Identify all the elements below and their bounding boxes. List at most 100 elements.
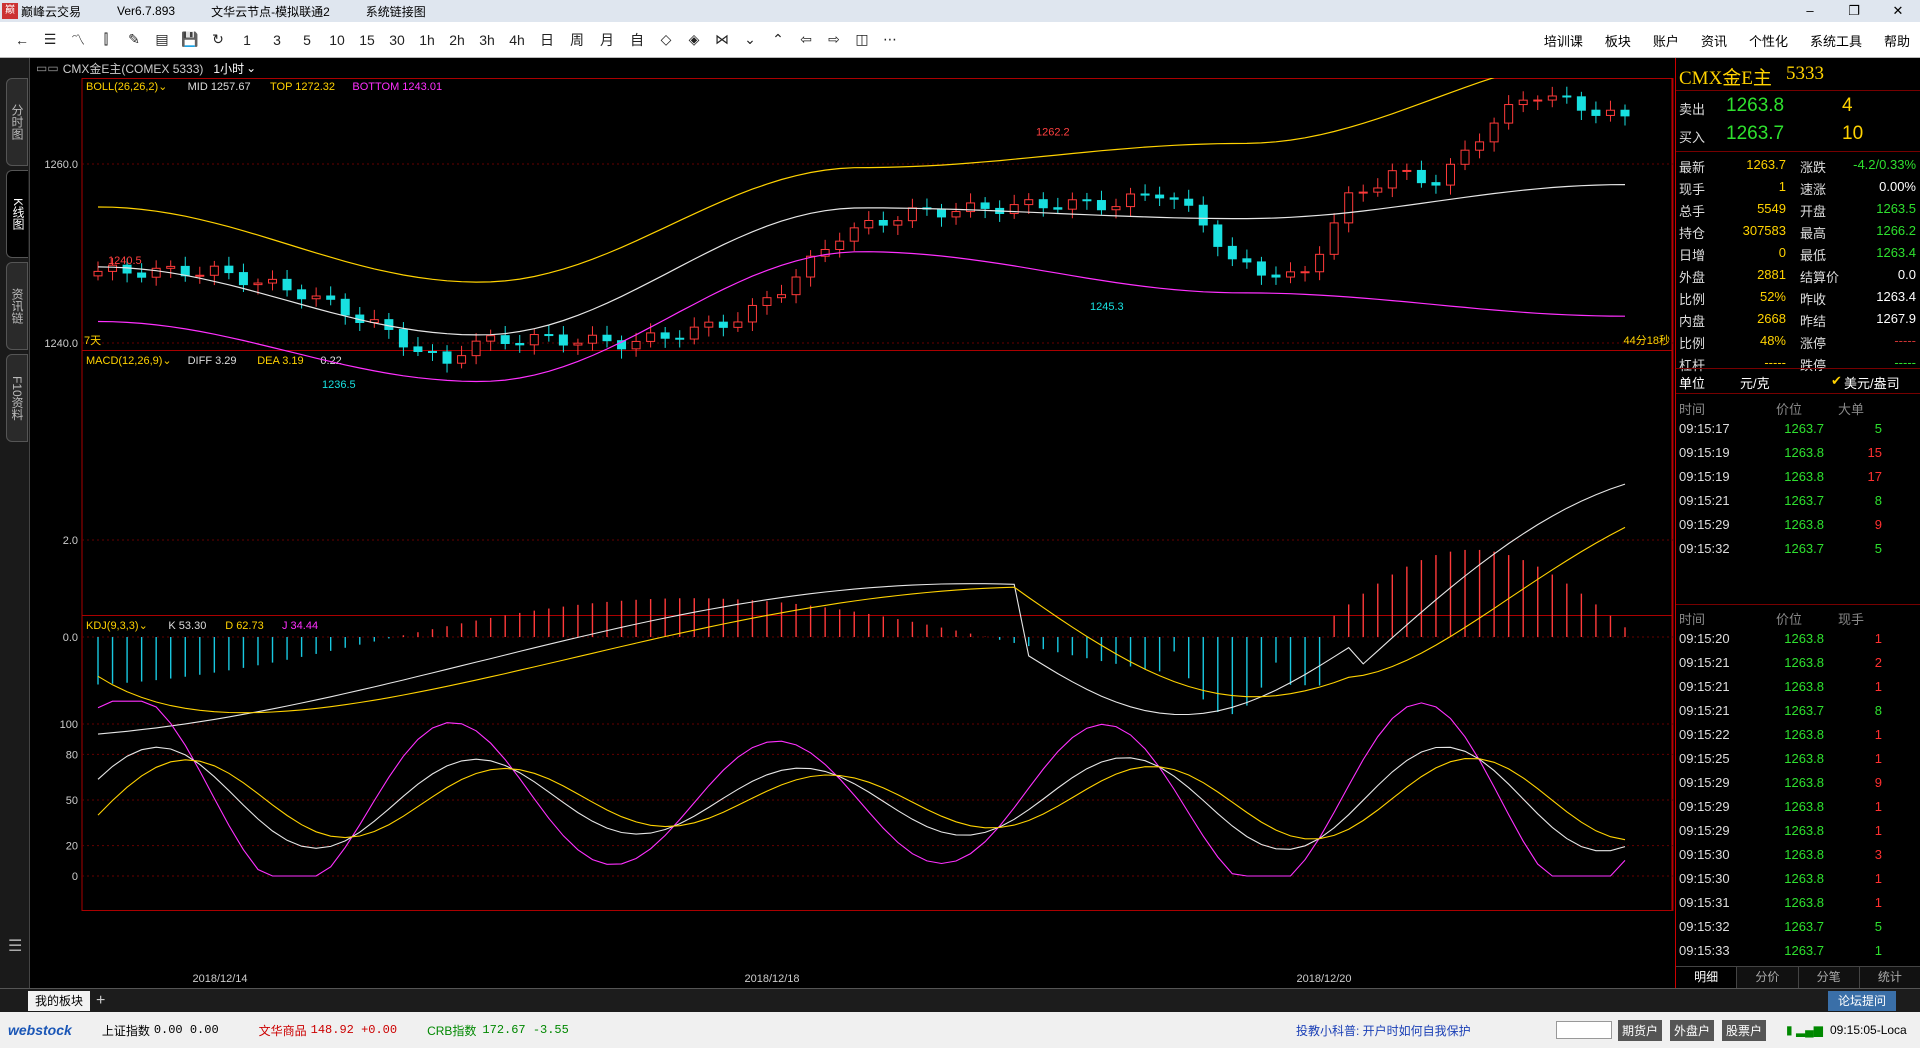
index3-name[interactable]: CRB指数 (427, 1022, 476, 1039)
close-icon[interactable]: ✕ (1876, 0, 1920, 22)
menu-item[interactable]: 培训课 (1544, 31, 1583, 50)
tab-f10[interactable]: F10资料 (6, 354, 28, 442)
tick-row[interactable]: 09:15:21 1263.8 1 (1676, 676, 1920, 698)
tick-row[interactable]: 09:15:33 1263.7 1 (1676, 940, 1920, 962)
minimize-icon[interactable]: – (1788, 0, 1832, 22)
unit-value[interactable]: 元/克 (1740, 373, 1770, 392)
period-button[interactable]: 月 (592, 26, 622, 54)
foreign-account-button[interactable]: 外盘户 (1670, 1019, 1715, 1041)
tick-row[interactable]: 09:15:29 1263.8 1 (1676, 796, 1920, 818)
back-arrow-icon[interactable]: ← (8, 26, 36, 54)
panel-frame (81, 350, 1674, 616)
chart-canvas[interactable]: 1260.0 1240.0 2.0 0.0 100 80 50 20 0 BOLL(26,26,2… (30, 53, 1675, 988)
zoom-out-icon[interactable]: ⋈ (708, 26, 736, 54)
chevron-down-icon[interactable]: ⌄ (246, 61, 256, 75)
menu-item[interactable]: 板块 (1605, 31, 1631, 50)
big-trade-row[interactable]: 09:15:21 1263.7 8 (1676, 490, 1920, 512)
tick-row[interactable]: 09:15:29 1263.8 9 (1676, 772, 1920, 794)
kline-chart[interactable]: 1260.0 1240.0 2.0 0.0 100 80 50 20 0 BOLL(26,26,2… (30, 53, 1675, 988)
candle-body (297, 289, 307, 300)
boll-legend: MID 1257.67 (188, 81, 251, 93)
tick-row[interactable]: 09:15:29 1263.8 1 (1676, 820, 1920, 842)
period-select[interactable]: 1小时 (213, 60, 244, 77)
tick-row[interactable]: 09:15:22 1263.8 1 (1676, 724, 1920, 746)
up-chevron-icon[interactable]: ⌃ (764, 26, 792, 54)
system-link-tip[interactable]: 系统链接图 (366, 3, 426, 20)
menu-item[interactable]: 资讯 (1701, 31, 1727, 50)
forum-button[interactable]: 论坛提问 (1828, 991, 1896, 1011)
edu-tip[interactable]: 投教小科普: 开户时如何自我保护 (1296, 1022, 1471, 1039)
order-icon[interactable]: ▤ (148, 26, 176, 54)
tab-kline[interactable]: K线图 (6, 170, 28, 258)
tick-row[interactable]: 09:15:31 1263.8 1 (1676, 892, 1920, 914)
tick-row[interactable]: 09:15:21 1263.7 8 (1676, 700, 1920, 722)
big-trade-row[interactable]: 09:15:32 1263.7 5 (1676, 538, 1920, 560)
detail-tab[interactable]: 分笔 (1799, 967, 1860, 988)
menu-item[interactable]: 帮助 (1884, 31, 1910, 50)
kdj-tick: 50 (66, 795, 78, 807)
status-input[interactable] (1556, 1021, 1612, 1039)
period-button[interactable]: 4h (502, 26, 532, 54)
period-button[interactable]: 3 (262, 26, 292, 54)
save-icon[interactable]: 💾 (176, 26, 204, 54)
menu-item[interactable]: 账户 (1653, 31, 1679, 50)
zoom-in-icon[interactable]: ◇ (652, 26, 680, 54)
restore-icon[interactable]: ❐ (1832, 0, 1876, 22)
period-button[interactable]: 15 (352, 26, 382, 54)
period-button[interactable]: 1h (412, 26, 442, 54)
shift-left-icon[interactable]: ⇦ (792, 26, 820, 54)
detail-tab[interactable]: 统计 (1860, 967, 1920, 988)
window-ctrl-icon[interactable]: ▭▭ (36, 61, 59, 75)
period-button[interactable]: 日 (532, 26, 562, 54)
index2-name[interactable]: 文华商品 (259, 1022, 307, 1039)
tick-row[interactable]: 09:15:30 1263.8 3 (1676, 844, 1920, 866)
index1-name[interactable]: 上证指数 (102, 1022, 150, 1039)
detail-tab[interactable]: 分价 (1737, 967, 1799, 988)
futures-account-button[interactable]: 期货户 (1618, 1019, 1663, 1041)
period-button[interactable]: 自 (622, 26, 652, 54)
trade-time: 09:15:33 (1679, 943, 1730, 958)
draw-tool-icon[interactable]: ✎ (120, 26, 148, 54)
shift-right-icon[interactable]: ⇨ (820, 26, 848, 54)
tick-row[interactable]: 09:15:20 1263.8 1 (1676, 628, 1920, 650)
tick-row[interactable]: 09:15:32 1263.7 5 (1676, 916, 1920, 938)
tick-row[interactable]: 09:15:21 1263.8 2 (1676, 652, 1920, 674)
line-chart-icon[interactable]: 〽 (64, 26, 92, 54)
detail-tab[interactable]: 明细 (1676, 967, 1738, 988)
menu-item[interactable]: 系统工具 (1810, 31, 1862, 50)
period-button[interactable]: 3h (472, 26, 502, 54)
tab-timeshare[interactable]: 分时图 (6, 78, 28, 166)
bid-price[interactable]: 1263.7 (1726, 123, 1784, 145)
macd-legend: 0.22 (320, 355, 341, 367)
list-icon[interactable]: ☰ (8, 936, 22, 956)
big-trade-row[interactable]: 09:15:19 1263.8 15 (1676, 442, 1920, 464)
period-button[interactable]: 周 (562, 26, 592, 54)
candle-icon[interactable]: ⫿ (92, 26, 120, 54)
kdj-tick: 80 (66, 749, 78, 761)
big-trade-row[interactable]: 09:15:17 1263.7 5 (1676, 418, 1920, 440)
ask-price[interactable]: 1263.8 (1726, 95, 1784, 117)
trade-volume: 15 (1867, 445, 1882, 460)
period-button[interactable]: 5 (292, 26, 322, 54)
tick-row[interactable]: 09:15:25 1263.8 1 (1676, 748, 1920, 770)
zoom-fit-icon[interactable]: ◈ (680, 26, 708, 54)
unit-usd-option[interactable]: 美元/盎司 (1844, 373, 1900, 392)
tab-news[interactable]: 资讯链 (6, 262, 28, 350)
tab-my-sector[interactable]: 我的板块 (28, 991, 90, 1011)
stock-account-button[interactable]: 股票户 (1722, 1019, 1767, 1041)
period-button[interactable]: 10 (322, 26, 352, 54)
add-tab-button[interactable]: + (96, 991, 105, 1011)
menu-item[interactable]: 个性化 (1749, 31, 1788, 50)
layout-icon[interactable]: ◫ (848, 26, 876, 54)
down-chevron-icon[interactable]: ⌄ (736, 26, 764, 54)
big-trade-row[interactable]: 09:15:29 1263.8 9 (1676, 514, 1920, 536)
period-button[interactable]: 30 (382, 26, 412, 54)
more-icon[interactable]: ⋯ (876, 26, 904, 54)
price-tick: 1240.0 (44, 338, 78, 350)
period-button[interactable]: 2h (442, 26, 472, 54)
period-button[interactable]: 1 (232, 26, 262, 54)
big-trade-row[interactable]: 09:15:19 1263.8 17 (1676, 466, 1920, 488)
refresh-icon[interactable]: ↻ (204, 26, 232, 54)
tick-row[interactable]: 09:15:30 1263.8 1 (1676, 868, 1920, 890)
quote-list-icon[interactable]: ☰ (36, 26, 64, 54)
